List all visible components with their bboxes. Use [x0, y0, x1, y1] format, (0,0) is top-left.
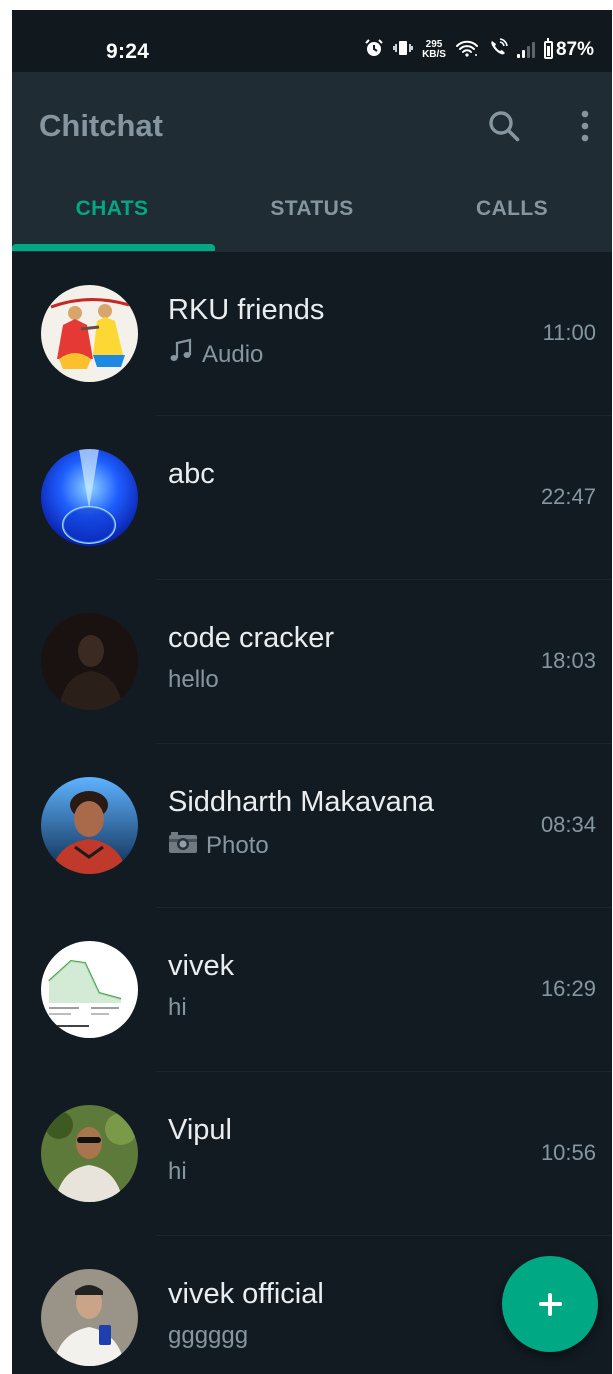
avatar — [41, 449, 138, 546]
chat-row[interactable]: RKU friends Audio 11:00 — [12, 252, 612, 416]
chat-preview-text: hi — [168, 1158, 187, 1185]
status-time: 9:24 — [106, 40, 150, 63]
avatar — [41, 285, 138, 382]
chat-preview-text: hello — [168, 666, 219, 693]
signal-icon — [516, 42, 535, 58]
camera-icon — [168, 830, 198, 861]
vibrate-icon — [393, 38, 413, 62]
chat-preview: gggggg — [168, 1322, 248, 1350]
chat-row[interactable]: abc 22:47 — [12, 416, 612, 580]
tab-calls[interactable]: CALLS — [412, 192, 612, 252]
net-speed-unit: KB/S — [422, 49, 446, 60]
chat-name: Vipul — [168, 1114, 232, 1146]
more-vert-icon[interactable] — [570, 106, 600, 146]
chat-name: abc — [168, 458, 215, 490]
chat-row[interactable]: Vipul hi 10:56 — [12, 1072, 612, 1236]
wifi-icon — [455, 38, 479, 62]
alarm-icon — [364, 38, 384, 62]
chat-name: Siddharth Makavana — [168, 786, 434, 818]
chat-list: RKU friends Audio 11:00 abc 22:47 code c… — [12, 252, 612, 1374]
chat-time: 08:34 — [540, 812, 596, 837]
battery-icon — [543, 38, 553, 59]
chat-preview-text: gggggg — [168, 1322, 249, 1349]
chat-time: 22:47 — [540, 484, 596, 509]
chat-row[interactable]: Siddharth Makavana Photo 08:34 — [12, 744, 612, 908]
phone-screen: 9:24 295 KB/S 87% Chitchat CHATS STATUS … — [12, 10, 612, 1374]
chat-row[interactable]: code cracker hello 18:03 — [12, 580, 612, 744]
avatar — [41, 613, 138, 710]
chat-time: 11:00 — [542, 320, 596, 345]
tab-chats[interactable]: CHATS — [12, 192, 212, 252]
avatar — [41, 1269, 138, 1366]
wifi-call-icon — [488, 38, 508, 62]
tab-bar: CHATS STATUS CALLS — [12, 192, 612, 252]
active-tab-indicator — [12, 244, 215, 251]
chat-name: vivek — [168, 950, 235, 982]
chat-name: code cracker — [168, 622, 335, 654]
status-bar: 9:24 295 KB/S 87% — [12, 10, 612, 72]
avatar — [41, 941, 138, 1038]
chat-time: 10:56 — [540, 1140, 596, 1165]
new-chat-button[interactable] — [502, 1256, 598, 1352]
chat-preview: Audio — [168, 338, 263, 371]
chat-name: vivek official — [168, 1278, 324, 1310]
app-title: Chitchat — [39, 108, 163, 143]
net-speed: 295 KB/S — [422, 40, 446, 60]
chat-preview-text: Photo — [206, 831, 269, 859]
chat-preview: hi — [168, 1158, 187, 1186]
chat-time: 16:29 — [540, 976, 596, 1001]
music-note-icon — [168, 338, 194, 371]
chat-name: RKU friends — [168, 294, 325, 326]
chat-preview: hi — [168, 994, 187, 1022]
status-icons: 295 KB/S 87% — [364, 38, 594, 62]
app-bar: Chitchat CHATS STATUS CALLS — [12, 72, 612, 252]
avatar — [41, 1105, 138, 1202]
battery-percent: 87% — [555, 39, 594, 60]
chat-preview-text: hi — [168, 994, 187, 1021]
avatar — [41, 777, 138, 874]
chat-preview-text: Audio — [202, 340, 264, 368]
chat-preview: hello — [168, 666, 219, 694]
chat-row[interactable]: vivek hi 16:29 — [12, 908, 612, 1072]
tab-status[interactable]: STATUS — [212, 192, 412, 252]
chat-preview: Photo — [168, 830, 269, 861]
battery-status: 87% — [543, 38, 594, 61]
search-icon[interactable] — [484, 106, 524, 146]
chat-time: 18:03 — [540, 648, 596, 673]
